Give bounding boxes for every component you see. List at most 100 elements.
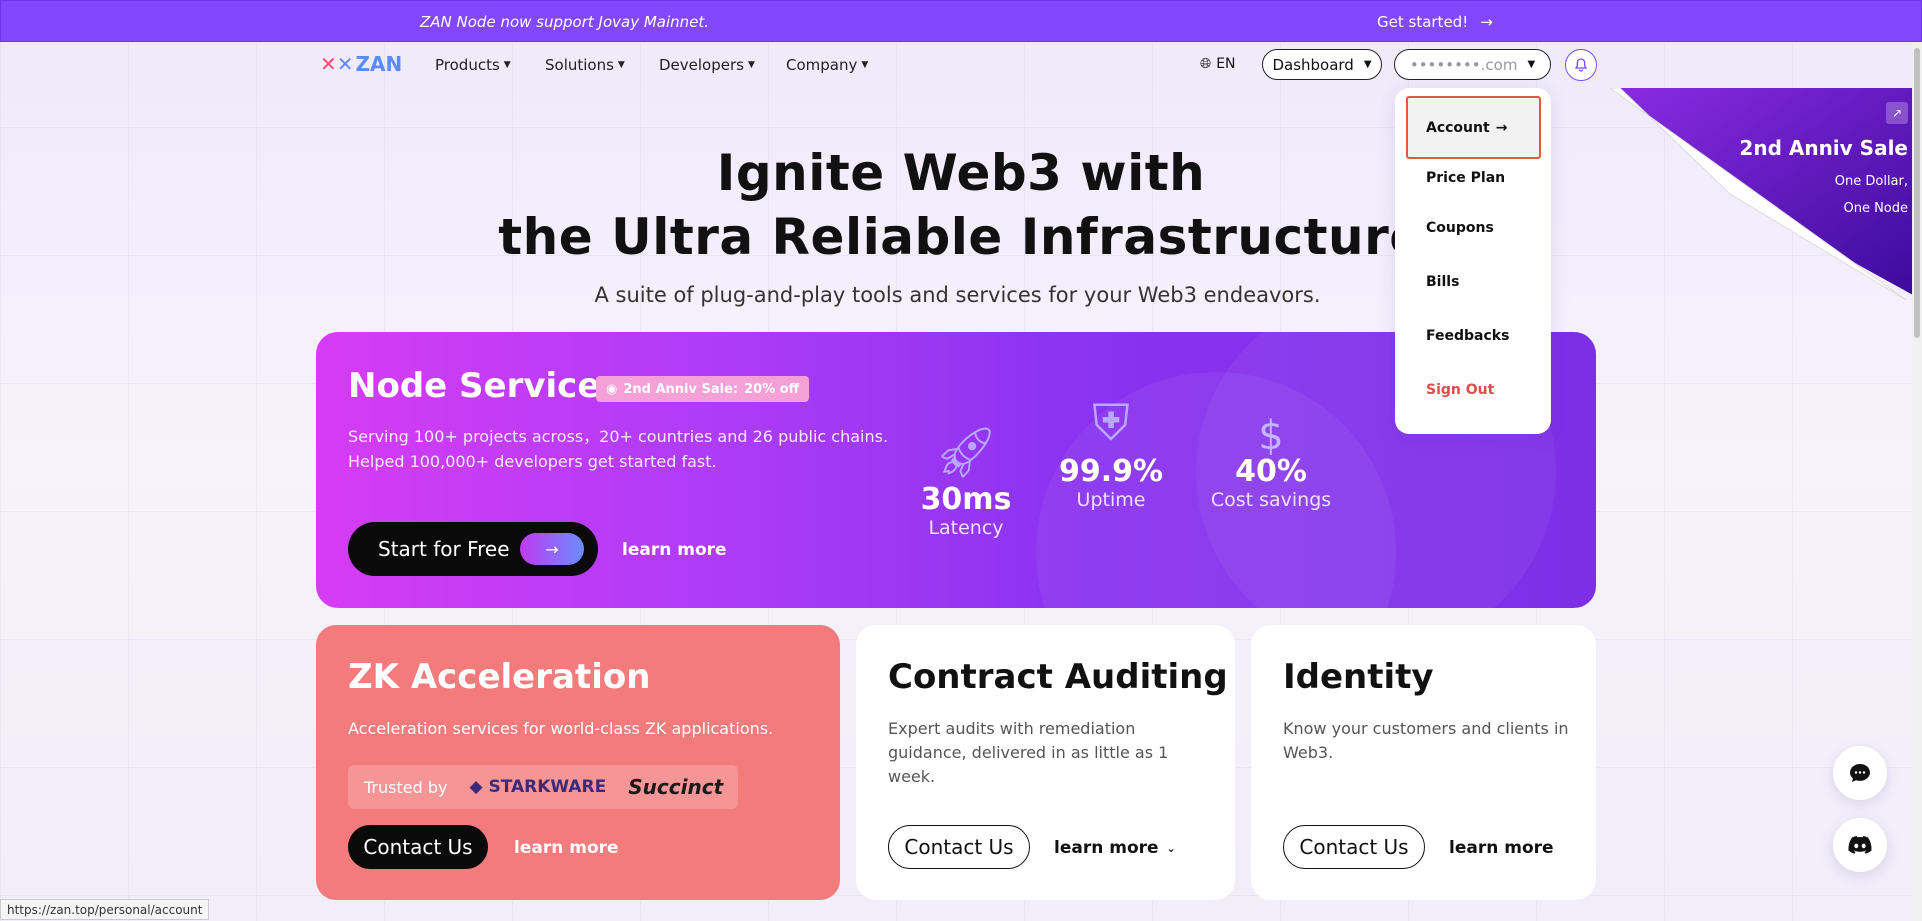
logo-text: ZAN [355,52,403,76]
sale-badge-prefix: 2nd Anniv Sale: [623,381,739,397]
coin-icon: $ [1258,413,1284,459]
node-service-desc: Serving 100+ projects across，20+ countri… [348,424,888,474]
get-started-link[interactable]: Get started! → [1377,13,1493,31]
stat-latency: 🚀︎ 30ms Latency [896,422,1036,539]
succinct-logo: Succinct [628,775,724,799]
stat-cost-label: Cost savings [1210,489,1332,511]
node-learn-more-link[interactable]: learn more [622,540,727,560]
anniv-line2: One Node [1843,201,1908,216]
nav-developers[interactable]: Developers ▼ [659,56,755,74]
rocket-icon: 🚀︎ [934,423,998,481]
shield-icon: ⛨ [1092,394,1130,452]
link-status-bar: https://zan.top/personal/account [0,899,210,920]
banner-shape [1610,88,1922,300]
account-button[interactable]: ••••••••.com ▼ [1394,49,1551,80]
trusted-by-label: Trusted by [364,777,448,797]
chevron-down-icon: ⌄ [1166,841,1176,855]
menu-item-account[interactable]: Account → [1426,120,1507,136]
starkware-text: STARKWARE [488,777,607,797]
dashboard-label: Dashboard [1272,55,1354,74]
menu-item-bills[interactable]: Bills [1426,274,1459,290]
node-desc-line1: Serving 100+ projects across，20+ countri… [348,427,889,446]
nav-developers-label: Developers [659,56,744,74]
zk-contact-button[interactable]: Contact Us [348,825,488,869]
node-desc-line2: Helped 100,000+ developers get started f… [348,452,717,471]
audit-learn-more-link[interactable]: learn more ⌄ [1054,838,1176,858]
account-dropdown-menu: Account → Price Plan Coupons Bills Feedb… [1395,88,1551,434]
trusted-by-strip: Trusted by ◆ STARKWARE Succinct [348,765,738,809]
audit-title: Contract Auditing [888,657,1228,697]
logo-mark-icon: ✕ [320,52,337,76]
chat-button[interactable] [1833,746,1887,800]
start-for-free-label: Start for Free [378,537,510,561]
audit-learn-more-label: learn more [1054,838,1159,858]
announcement-bar: ZAN Node now support Jovay Mainnet. Get … [0,0,1922,42]
language-switch[interactable]: 🌐︎ EN [1200,56,1236,72]
stat-uptime-value: 99.9% [1058,454,1164,489]
audit-contact-button[interactable]: Contact Us [888,825,1030,869]
menu-item-feedbacks[interactable]: Feedbacks [1426,328,1509,344]
identity-desc: Know your customers and clients in Web3. [1283,719,1569,762]
menu-item-price-plan[interactable]: Price Plan [1426,170,1505,186]
menu-item-sign-out[interactable]: Sign Out [1426,382,1494,398]
sale-badge-value: 20% off [744,381,800,397]
nav-company-label: Company [786,56,858,74]
caret-down-icon: ▼ [1363,59,1372,70]
nav-solutions-label: Solutions [545,56,614,74]
scrollbar-thumb[interactable] [1914,48,1920,338]
discord-button[interactable] [1833,818,1887,872]
stat-cost: $ 40% Cost savings [1196,413,1346,511]
stat-cost-value: 40% [1235,454,1307,489]
arrow-right-icon: → [1480,13,1493,31]
identity-learn-more-link[interactable]: learn more [1449,838,1554,858]
identity-contact-button[interactable]: Contact Us [1283,825,1425,869]
menu-item-coupons[interactable]: Coupons [1426,220,1494,236]
globe-icon: 🌐︎ [1200,56,1212,72]
anniv-line1: One Dollar, [1834,174,1908,189]
caret-down-icon: ▼ [861,60,869,70]
stat-latency-label: Latency [928,517,1004,539]
anniv-title: 2nd Anniv Sale [1739,136,1908,160]
nav-company[interactable]: Company ▼ [786,56,868,74]
zk-acceleration-card: ZK Acceleration Acceleration services fo… [316,625,840,900]
dashboard-button[interactable]: Dashboard ▼ [1262,49,1382,80]
anniv-sale-banner[interactable]: ↗ 2nd Anniv Sale One Dollar, One Node [1610,88,1922,300]
starkware-logo: ◆ STARKWARE [469,777,607,797]
sale-badge-icon: ◉ [606,381,618,397]
zan-logo[interactable]: ✕ ✕ ZAN [320,52,402,76]
identity-card: Identity Know your customers and clients… [1251,625,1596,900]
notification-bell-icon[interactable] [1565,49,1597,81]
chat-bubble-icon [1850,764,1870,782]
sale-badge: ◉ 2nd Anniv Sale: 20% off [596,376,810,402]
contract-auditing-card: Contract Auditing Expert audits with rem… [856,625,1235,900]
zk-learn-more-link[interactable]: learn more [514,838,619,858]
language-label: EN [1216,56,1236,72]
nav-products[interactable]: Products ▼ [435,56,511,74]
nav-products-label: Products [435,56,500,74]
caret-down-icon: ▼ [747,60,755,70]
get-started-label: Get started! [1377,13,1469,31]
top-nav: ✕ ✕ ZAN Products ▼ Solutions ▼ Developers ▼ … [0,42,1922,88]
stat-uptime: ⛨ 99.9% Uptime [1041,392,1181,511]
menu-account-label: Account [1426,120,1490,136]
caret-down-icon: ▼ [1527,59,1536,70]
zk-desc: Acceleration services for world-class ZK… [348,719,774,738]
nav-solutions[interactable]: Solutions ▼ [545,56,625,74]
arrow-right-icon: → [1495,120,1508,136]
caret-down-icon: ▼ [617,60,625,70]
caret-down-icon: ▼ [503,60,511,70]
account-email: ••••••••.com [1409,55,1518,74]
node-service-title: Node Service [348,366,601,406]
stat-uptime-label: Uptime [1076,489,1146,511]
start-for-free-button[interactable]: Start for Free → [348,522,598,576]
zk-title: ZK Acceleration [348,657,651,697]
discord-icon [1848,836,1872,854]
audit-desc: Expert audits with remediation guidance,… [888,719,1169,786]
arrow-right-icon: → [520,533,584,565]
page-scrollbar[interactable] [1912,42,1922,921]
identity-title: Identity [1283,657,1434,697]
external-link-icon[interactable]: ↗ [1886,102,1908,124]
announcement-message: ZAN Node now support Jovay Mainnet. [420,13,710,31]
logo-mark-icon-2: ✕ [336,52,354,76]
stat-latency-value: 30ms [920,482,1012,517]
